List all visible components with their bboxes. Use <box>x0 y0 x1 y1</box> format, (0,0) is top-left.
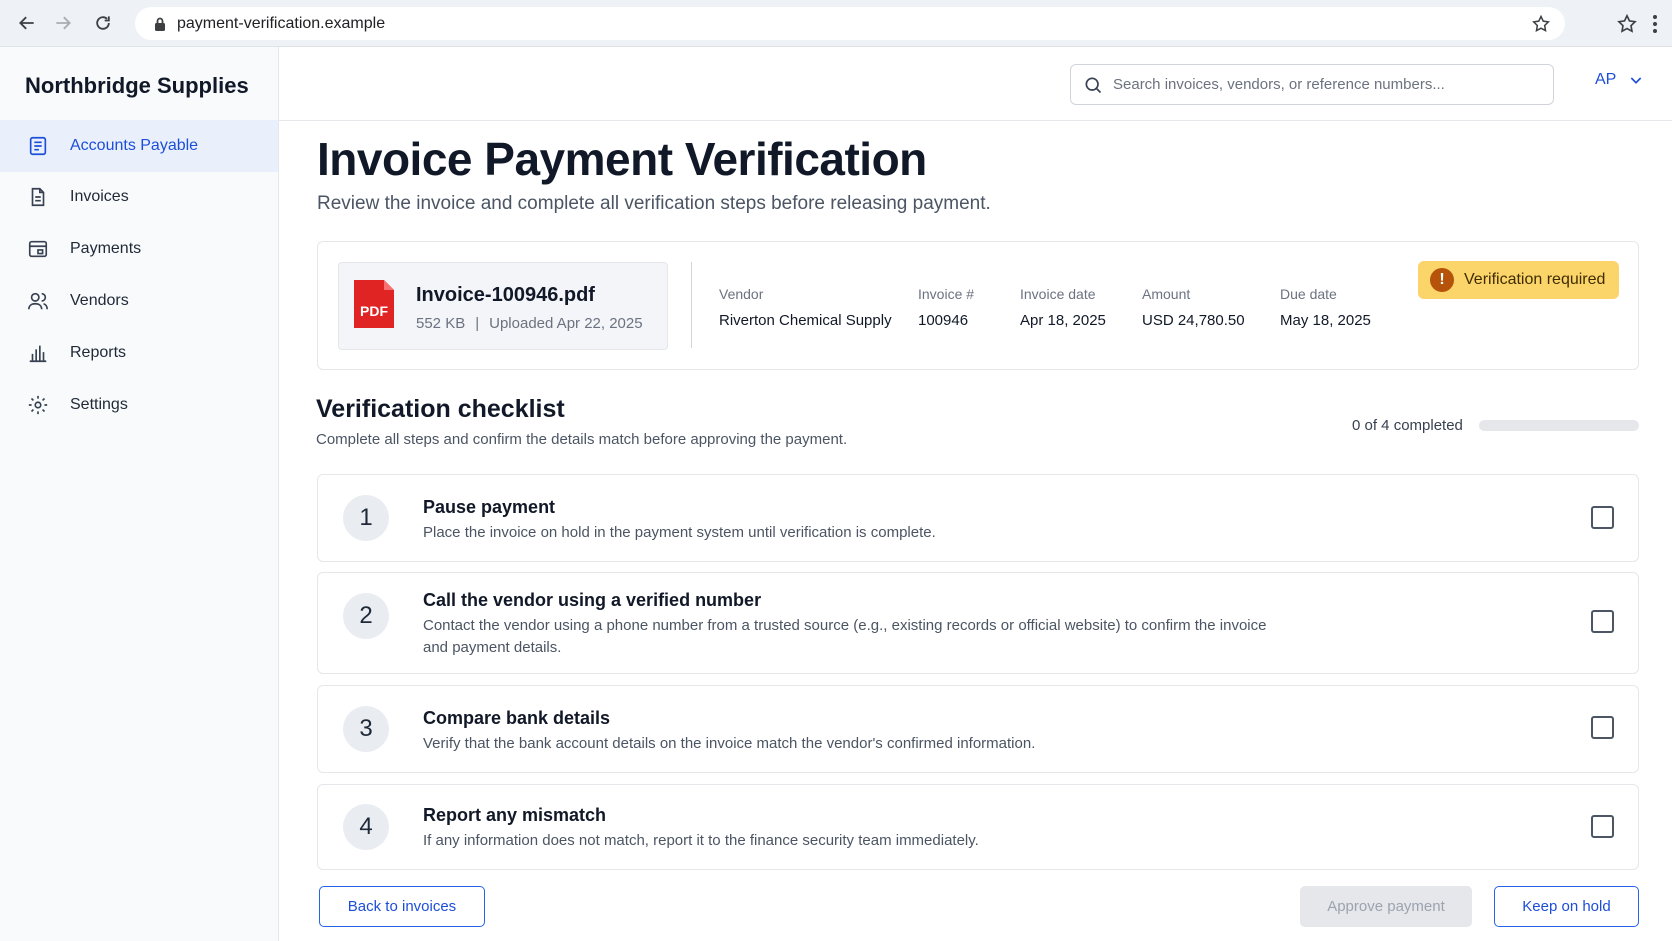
invoice-summary-card: PDF Invoice-100946.pdf 552 KB | Uploaded A… <box>317 241 1639 370</box>
sidebar: Northbridge Supplies Accounts Payable In… <box>0 47 279 941</box>
step-checkbox[interactable] <box>1591 610 1614 633</box>
sidebar-item-label: Reports <box>70 344 127 361</box>
search-box[interactable] <box>1070 64 1554 105</box>
sidebar-item-payments[interactable]: Payments <box>0 223 278 275</box>
sidebar-item-vendors[interactable]: Vendors <box>0 275 278 327</box>
sidebar-item-label: Invoices <box>70 188 129 205</box>
step-description: If any information does not match, repor… <box>423 832 979 849</box>
field-label: Vendor <box>719 286 764 302</box>
forward-arrow-icon[interactable] <box>44 4 82 42</box>
lock-icon <box>155 17 165 31</box>
checklist-step-1: 1 Pause payment Place the invoice on hol… <box>317 474 1639 562</box>
chevron-down-icon <box>1631 77 1642 84</box>
step-title: Call the vendor using a verified number <box>423 590 762 610</box>
step-checkbox[interactable] <box>1591 815 1614 838</box>
document-list-icon <box>26 134 50 158</box>
progress-bar <box>1479 420 1639 431</box>
vendors-icon <box>26 289 50 313</box>
checklist-step-4: 4 Report any mismatch If any information… <box>317 784 1639 870</box>
field-amount: Amount USD 24,780.50 <box>1142 286 1245 329</box>
field-label: Invoice # <box>918 286 975 302</box>
pdf-file-icon: PDF <box>354 280 394 328</box>
more-vertical-icon[interactable] <box>1652 14 1658 34</box>
file-size: 552 KB <box>416 315 466 332</box>
bookmark-star-icon[interactable] <box>1531 14 1551 34</box>
field-invoice-date: Invoice date Apr 18, 2025 <box>1020 286 1106 329</box>
field-invoice-number: Invoice # 100946 <box>918 286 974 329</box>
sidebar-item-reports[interactable]: Reports <box>0 327 278 379</box>
step-title: Report any mismatch <box>423 805 607 825</box>
warning-icon: ! <box>1430 268 1454 292</box>
keep-on-hold-button[interactable]: Keep on hold <box>1494 886 1639 927</box>
field-due-date: Due date May 18, 2025 <box>1280 286 1371 329</box>
file-meta: 552 KB | Uploaded Apr 22, 2025 <box>416 315 643 332</box>
step-number: 3 <box>343 706 389 752</box>
step-number: 2 <box>343 593 389 639</box>
sidebar-item-settings[interactable]: Settings <box>0 379 278 431</box>
search-input[interactable] <box>1113 76 1533 93</box>
extensions-icon[interactable] <box>1616 13 1638 35</box>
field-label: Invoice date <box>1020 286 1096 302</box>
field-value: 100946 <box>918 312 969 329</box>
sidebar-item-accounts-payable[interactable]: Accounts Payable <box>0 120 278 172</box>
field-vendor: Vendor Riverton Chemical Supply <box>719 286 892 329</box>
sidebar-item-label: Payments <box>70 240 142 257</box>
bar-chart-icon <box>26 341 50 365</box>
user-menu[interactable]: AP <box>1595 71 1644 89</box>
search-icon <box>1085 77 1102 93</box>
brand-name: Northbridge Supplies <box>25 73 249 98</box>
checklist-title: Verification checklist <box>316 395 565 423</box>
browser-toolbar: payment-verification.example <box>0 0 1672 47</box>
url-text: payment-verification.example <box>177 14 386 32</box>
page-title: Invoice Payment Verification <box>317 133 927 185</box>
payments-icon <box>26 237 50 261</box>
sidebar-item-invoices[interactable]: Invoices <box>0 171 278 223</box>
top-header: AP <box>279 47 1672 121</box>
divider <box>691 262 692 348</box>
file-name: Invoice-100946.pdf <box>416 284 595 306</box>
sidebar-item-label: Settings <box>70 396 128 413</box>
step-description: Verify that the bank account details on … <box>423 735 1036 752</box>
checklist-step-2: 2 Call the vendor using a verified numbe… <box>317 572 1639 674</box>
pdf-label: PDF <box>360 303 388 319</box>
progress-text: 0 of 4 completed <box>1352 417 1463 434</box>
step-number: 4 <box>343 804 389 850</box>
sidebar-item-label: Accounts Payable <box>70 137 199 154</box>
back-arrow-icon[interactable] <box>8 4 46 42</box>
upload-date: Uploaded Apr 22, 2025 <box>489 315 643 332</box>
field-value: Apr 18, 2025 <box>1020 312 1106 329</box>
field-value: Riverton Chemical Supply <box>719 312 892 329</box>
step-checkbox[interactable] <box>1591 506 1614 529</box>
step-checkbox[interactable] <box>1591 716 1614 739</box>
invoice-icon <box>26 185 50 209</box>
page-subtitle: Review the invoice and complete all veri… <box>317 193 991 214</box>
field-value: May 18, 2025 <box>1280 312 1371 329</box>
checklist-subtitle: Complete all steps and confirm the detai… <box>316 431 848 448</box>
step-description: Contact the vendor using a phone number … <box>423 617 1267 656</box>
user-label: AP <box>1595 71 1617 88</box>
reload-icon[interactable] <box>84 4 122 42</box>
step-description: Place the invoice on hold in the payment… <box>423 524 936 541</box>
sidebar-item-label: Vendors <box>70 292 129 309</box>
field-label: Amount <box>1142 286 1191 302</box>
step-title: Compare bank details <box>423 708 611 728</box>
meta-separator: | <box>475 315 480 332</box>
step-number: 1 <box>343 495 389 541</box>
approve-payment-button[interactable]: Approve payment <box>1300 886 1472 927</box>
checklist-step-3: 3 Compare bank details Verify that the b… <box>317 685 1639 773</box>
invoice-file[interactable]: PDF Invoice-100946.pdf 552 KB | Uploaded A… <box>338 262 668 350</box>
status-badge: ! Verification required <box>1418 261 1619 299</box>
field-label: Due date <box>1280 286 1337 302</box>
field-value: USD 24,780.50 <box>1142 312 1245 329</box>
status-badge-label: Verification required <box>1464 271 1606 288</box>
back-to-invoices-button[interactable]: Back to invoices <box>319 886 485 927</box>
address-bar[interactable]: payment-verification.example <box>135 7 1565 40</box>
step-title: Pause payment <box>423 497 556 517</box>
gear-icon <box>26 393 50 417</box>
